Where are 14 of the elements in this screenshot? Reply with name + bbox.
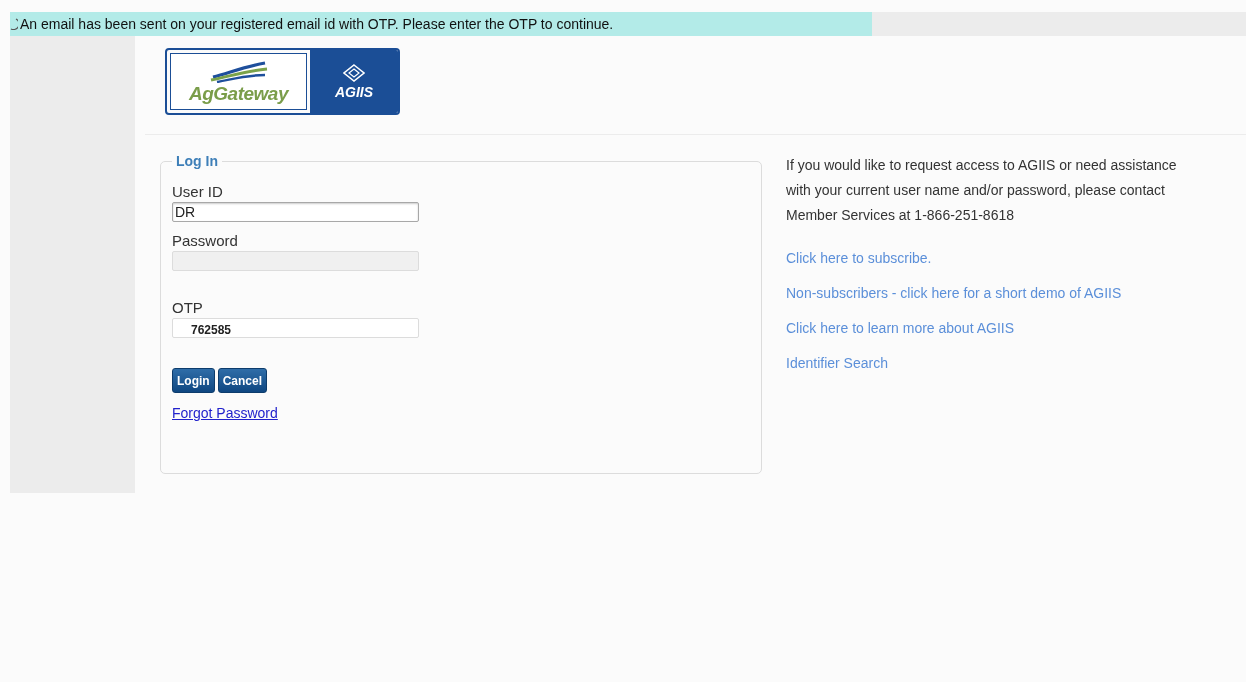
otp-field[interactable]: 762585 bbox=[172, 318, 419, 338]
field-label: User ID bbox=[172, 183, 224, 200]
logo-text: AgGateway bbox=[189, 82, 288, 105]
user-id-field[interactable]: DR bbox=[172, 202, 419, 222]
field-label: OTP bbox=[172, 299, 204, 316]
forgot-password-link[interactable]: Forgot Password bbox=[172, 405, 278, 421]
panel-title: Log In bbox=[175, 153, 219, 169]
login-button[interactable]: Login bbox=[172, 368, 215, 393]
diamond-icon bbox=[343, 63, 365, 82]
field-label: Password bbox=[172, 232, 239, 249]
cancel-button[interactable]: Cancel bbox=[217, 368, 267, 393]
logo-text: AGIIS bbox=[334, 83, 374, 100]
info-text: If you would like to request access to AGIIS or need assistance with your current user name and/or password, please contact Member Services at 1-866-251-8618 bbox=[786, 156, 1178, 225]
notice-text: An email has been sent on your registered email id with OTP. Please enter the OTP to continue. bbox=[20, 16, 614, 32]
